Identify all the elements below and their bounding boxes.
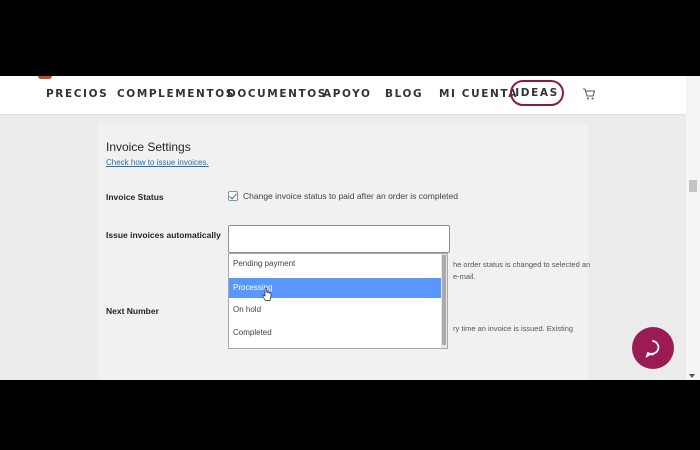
nav-item-complementos[interactable]: COMPLEMENTOS bbox=[117, 88, 235, 100]
next-number-desc: ry time an invoice is issued. Existing bbox=[453, 324, 574, 333]
hand-cursor-icon bbox=[262, 288, 272, 301]
issue-auto-dropdown: Pending payment Processing On hold Compl… bbox=[228, 253, 448, 349]
nav-item-blog[interactable]: BLOG bbox=[385, 88, 423, 100]
page-scrollbar[interactable] bbox=[686, 76, 700, 380]
issue-auto-desc-2: e-mail. bbox=[453, 272, 476, 281]
invoice-status-checkbox[interactable] bbox=[228, 191, 238, 201]
invoice-status-label: Invoice Status bbox=[106, 192, 164, 202]
nav-item-documentos[interactable]: DOCUMENTOS bbox=[227, 88, 327, 100]
scroll-down-icon[interactable] bbox=[689, 374, 695, 378]
nav-ideas-button[interactable]: IDEAS bbox=[510, 80, 564, 106]
chat-button[interactable] bbox=[632, 327, 674, 369]
issue-auto-select[interactable] bbox=[228, 225, 450, 253]
nav-item-mi-cuenta[interactable]: MI CUENTA bbox=[439, 88, 518, 100]
dropdown-scroll-thumb[interactable] bbox=[442, 255, 446, 345]
nav-item-apoyo[interactable]: APOYO bbox=[323, 88, 372, 100]
top-navigation: PRECIOS COMPLEMENTOS DOCUMENTOS APOYO BL… bbox=[0, 76, 686, 115]
help-link[interactable]: Check how to issue invoices. bbox=[106, 158, 209, 167]
option-pending-payment[interactable]: Pending payment bbox=[229, 254, 441, 274]
option-on-hold[interactable]: On hold bbox=[229, 300, 441, 320]
nav-item-precios[interactable]: PRECIOS bbox=[46, 88, 108, 100]
option-processing[interactable]: Processing bbox=[229, 278, 441, 298]
issue-auto-label: Issue invoices automatically bbox=[106, 230, 221, 240]
browser-viewport: PRECIOS COMPLEMENTOS DOCUMENTOS APOYO BL… bbox=[0, 76, 700, 380]
option-completed[interactable]: Completed bbox=[229, 323, 441, 343]
section-title: Invoice Settings bbox=[106, 140, 191, 154]
invoice-settings-panel: Invoice Settings Check how to issue invo… bbox=[98, 124, 591, 380]
dropdown-scrollbar[interactable] bbox=[441, 254, 447, 348]
cart-icon[interactable] bbox=[582, 87, 596, 101]
invoice-status-text: Change invoice status to paid after an o… bbox=[243, 191, 458, 201]
logo bbox=[38, 76, 52, 79]
next-number-label: Next Number bbox=[106, 306, 159, 316]
page-scroll-thumb[interactable] bbox=[689, 180, 697, 192]
issue-auto-desc-1: he order status is changed to selected a… bbox=[453, 260, 591, 269]
chat-bubble-icon bbox=[645, 340, 660, 358]
